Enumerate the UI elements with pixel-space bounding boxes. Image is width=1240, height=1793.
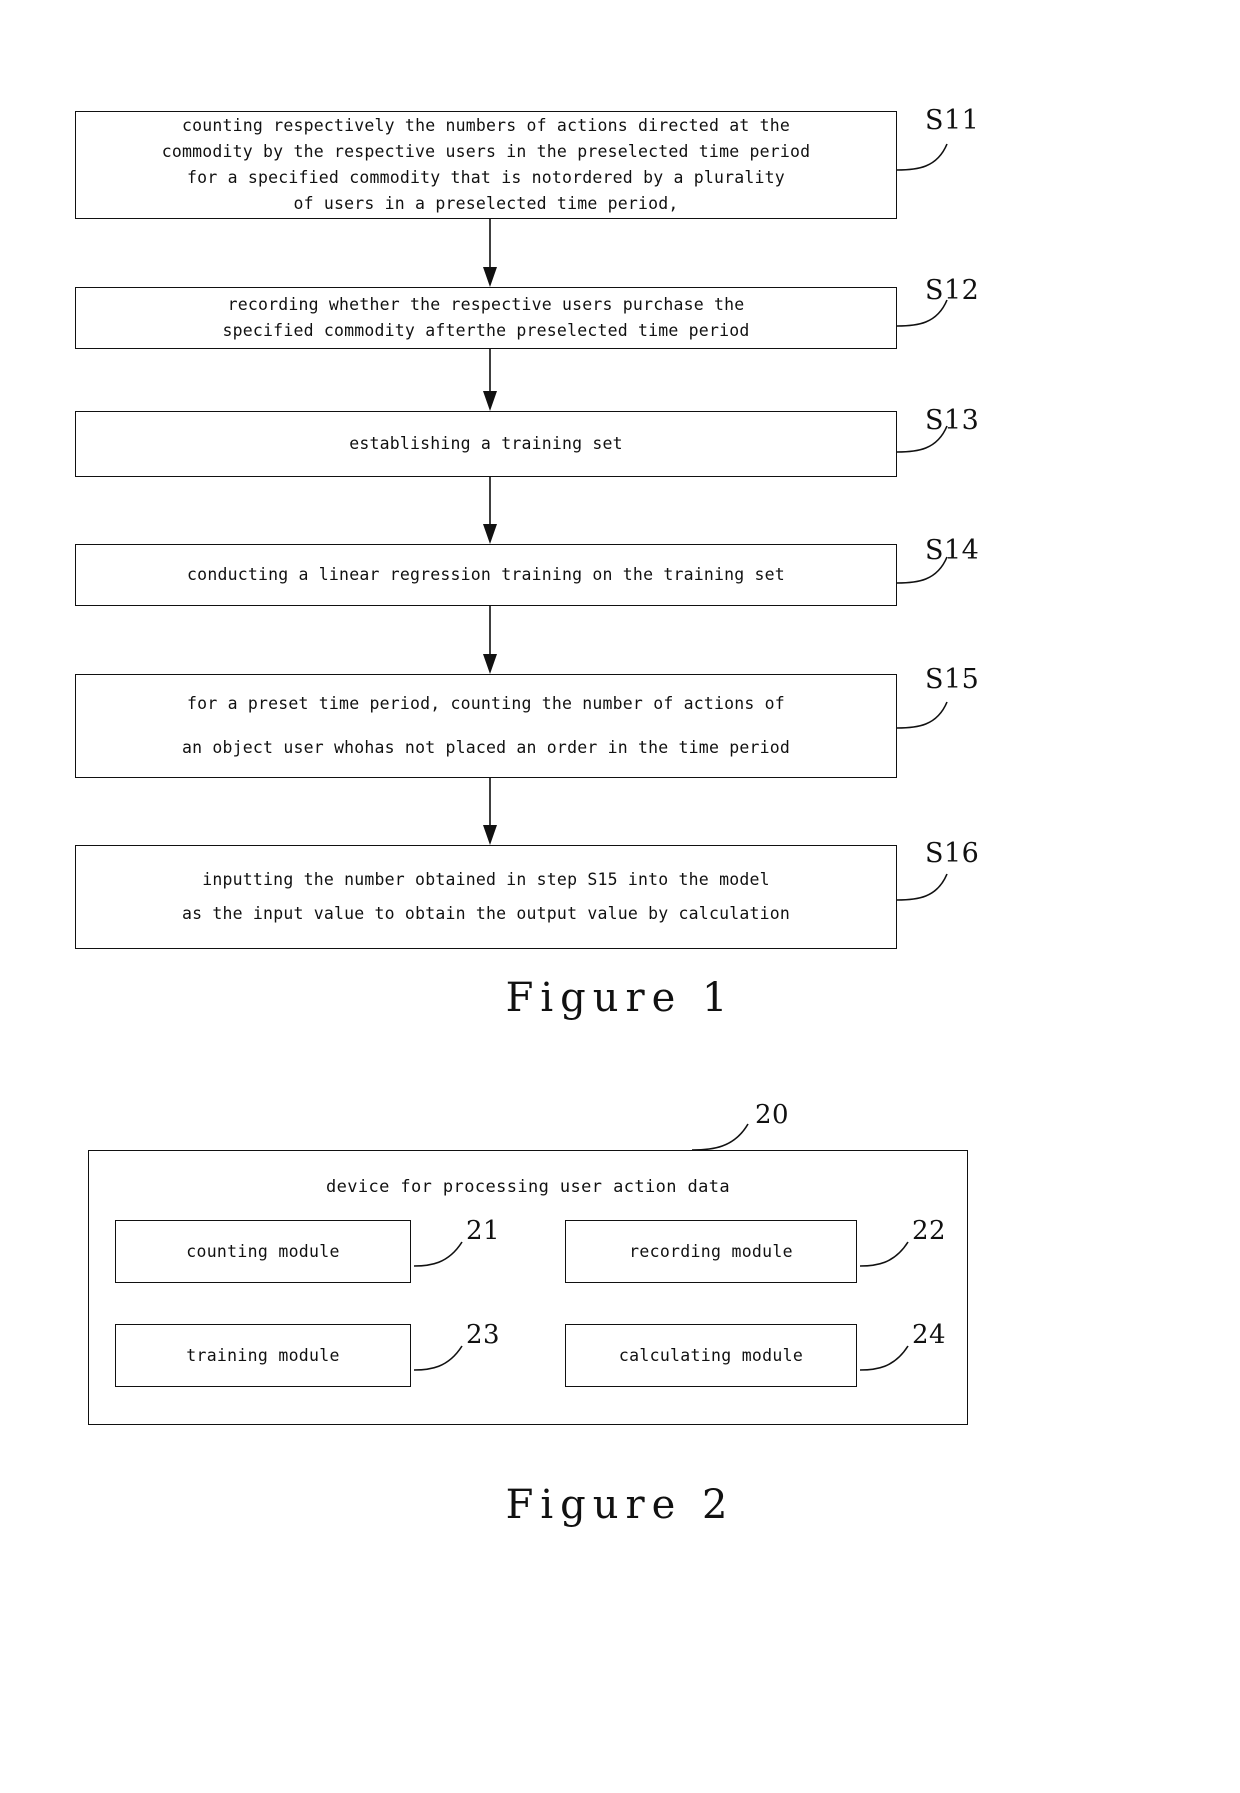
flow-step-s11-line-1: counting respectively the numbers of act… [181, 116, 791, 135]
module-calculating-label: calculating module [618, 1346, 804, 1365]
flow-step-s11: counting respectively the numbers of act… [75, 111, 897, 219]
patent-figure-sheet: counting respectively the numbers of act… [0, 0, 1240, 1793]
flow-step-s15-line-2: an object user whohas not placed an orde… [181, 738, 791, 757]
figure-2-caption: Figure 2 [505, 1482, 735, 1528]
flow-step-s12: recording whether the respective users p… [75, 287, 897, 349]
leader-line-23 [412, 1344, 474, 1372]
flow-step-s13-line-1: establishing a training set [349, 434, 623, 453]
flow-step-s16-line-1: inputting the number obtained in step S1… [202, 870, 770, 889]
flow-step-s14-line-1: conducting a linear regression training … [187, 565, 785, 584]
module-recording-label: recording module [629, 1242, 793, 1261]
module-recording: recording module [565, 1220, 857, 1283]
flow-step-s13: establishing a training set [75, 411, 897, 477]
device-container: device for processing user action data c… [88, 1150, 968, 1425]
leader-line-s16 [895, 870, 965, 902]
module-calculating: calculating module [565, 1324, 857, 1387]
flow-step-s15-line-1: for a preset time period, counting the n… [187, 694, 785, 713]
connector-s15-s16 [479, 778, 501, 845]
connector-s14-s15 [479, 606, 501, 674]
device-title: device for processing user action data [325, 1177, 731, 1197]
module-training-label: training module [186, 1346, 340, 1365]
leader-line-21 [412, 1240, 474, 1268]
flow-step-s11-line-2: commodity by the respective users in the… [161, 142, 811, 161]
ref-label-s15: S15 [925, 664, 980, 695]
ref-label-s14: S14 [925, 535, 980, 566]
connector-s13-s14 [479, 477, 501, 544]
ref-label-23: 23 [466, 1320, 501, 1350]
leader-line-s11 [895, 140, 965, 172]
leader-line-20 [690, 1122, 762, 1152]
connector-s11-s12 [479, 219, 501, 287]
ref-label-21: 21 [466, 1216, 501, 1246]
flow-step-s12-line-1: recording whether the respective users p… [227, 295, 745, 314]
flow-step-s16-line-2: as the input value to obtain the output … [181, 904, 791, 923]
ref-label-s16: S16 [925, 838, 980, 869]
ref-label-24: 24 [912, 1320, 947, 1350]
flow-step-s12-line-2: specified commodity afterthe preselected… [222, 321, 750, 340]
leader-line-s15 [895, 698, 965, 730]
module-counting-label: counting module [186, 1242, 340, 1261]
figure-1-caption: Figure 1 [505, 975, 735, 1021]
ref-label-22: 22 [912, 1216, 947, 1246]
flow-step-s15: for a preset time period, counting the n… [75, 674, 897, 778]
ref-label-s12: S12 [925, 275, 980, 306]
leader-line-22 [858, 1240, 920, 1268]
connector-s12-s13 [479, 349, 501, 411]
flow-step-s11-line-3: for a specified commodity that is notord… [187, 168, 785, 187]
flow-step-s14: conducting a linear regression training … [75, 544, 897, 606]
flow-step-s11-line-4: of users in a preselected time period, [293, 194, 679, 213]
leader-line-24 [858, 1344, 920, 1372]
ref-label-s13: S13 [925, 405, 980, 436]
ref-label-s11: S11 [925, 105, 980, 136]
flow-step-s16: inputting the number obtained in step S1… [75, 845, 897, 949]
module-counting: counting module [115, 1220, 411, 1283]
module-training: training module [115, 1324, 411, 1387]
